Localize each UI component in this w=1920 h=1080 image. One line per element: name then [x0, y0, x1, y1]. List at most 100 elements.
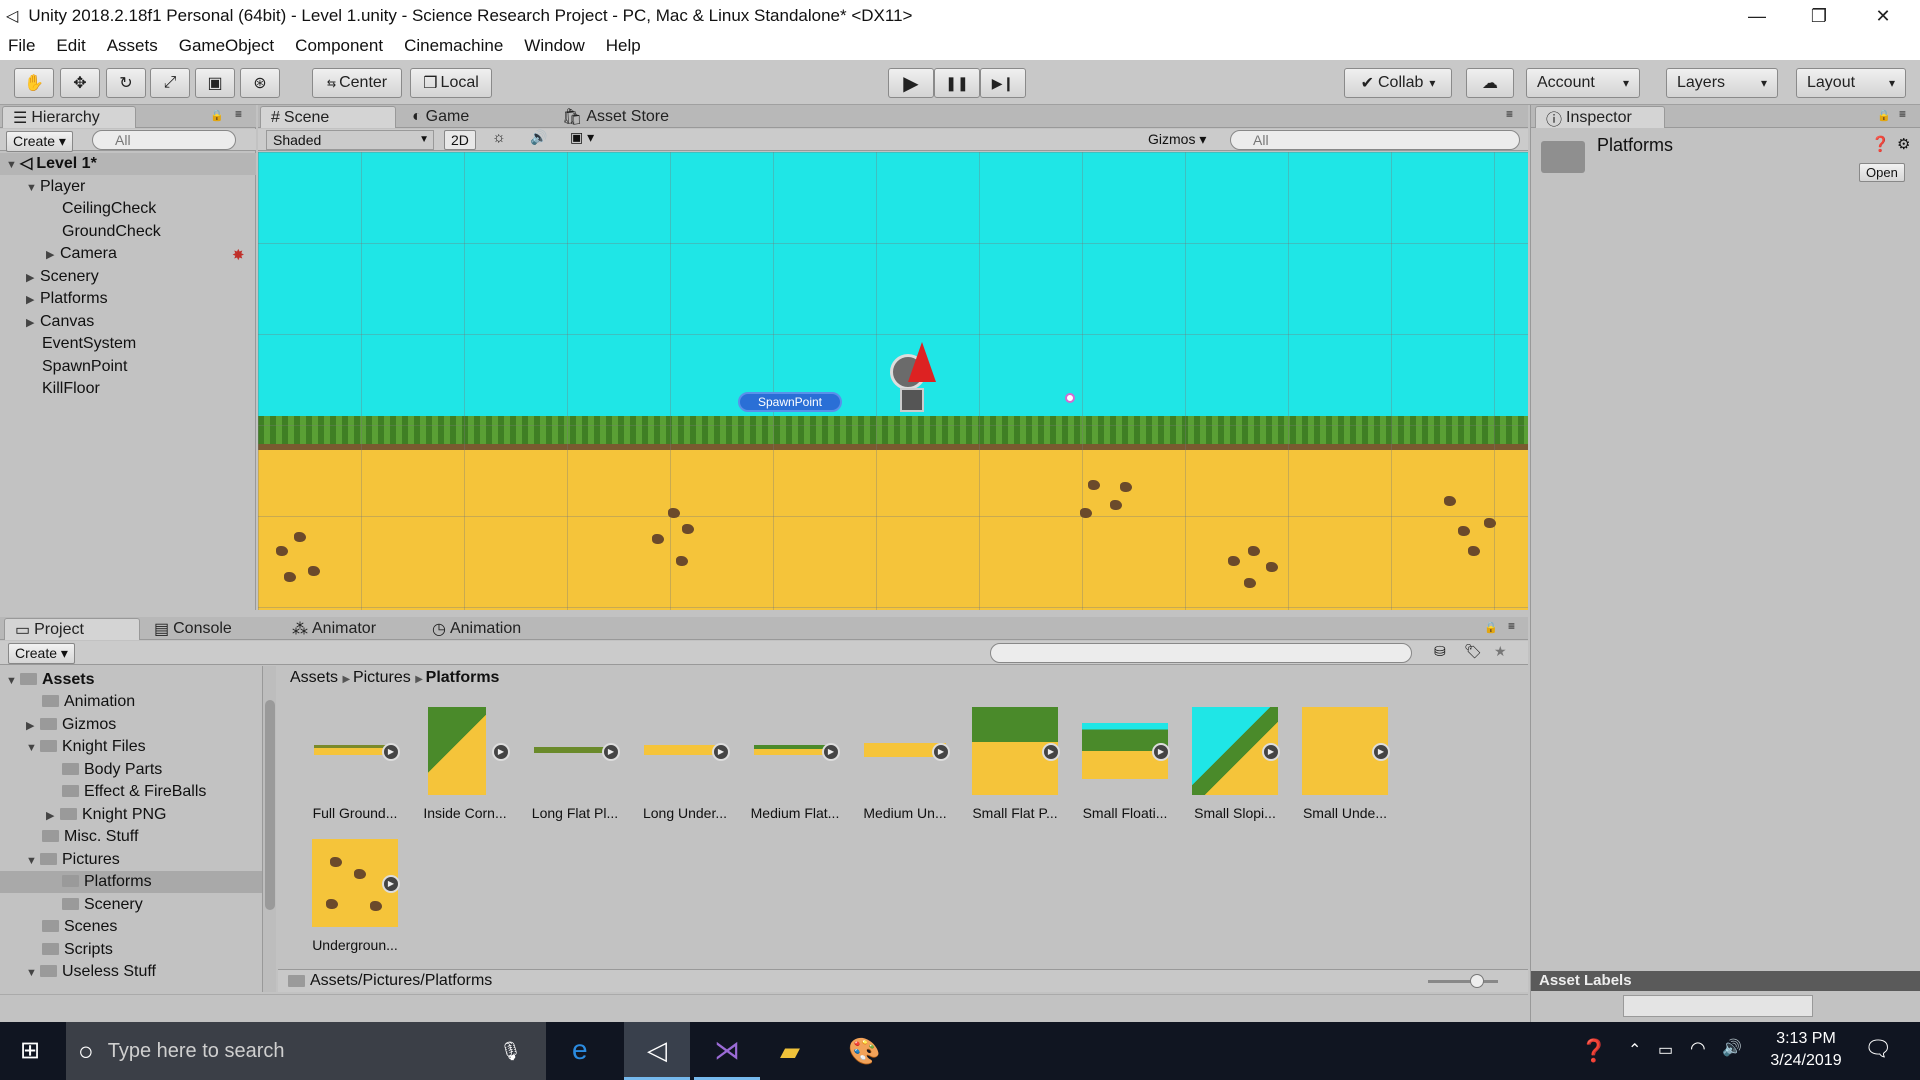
- project-tree-scrollbar[interactable]: [262, 666, 276, 992]
- tab-animation[interactable]: ◷ Animation: [422, 618, 531, 640]
- scrollbar-thumb[interactable]: [265, 700, 275, 910]
- pivot-center-button[interactable]: ⇆ Center: [312, 68, 402, 98]
- rect-tool-icon[interactable]: ▣: [195, 68, 235, 98]
- folder-scenes[interactable]: Scenes: [42, 916, 117, 938]
- hierarchy-item-scenery[interactable]: ▶ Scenery: [26, 266, 99, 288]
- scene-menu-icon[interactable]: ≡: [1506, 107, 1513, 121]
- hierarchy-item-player[interactable]: ▼ Player: [26, 176, 85, 198]
- wifi-icon[interactable]: ◠: [1690, 1038, 1706, 1059]
- thumbnail-size-slider[interactable]: [1428, 974, 1498, 988]
- folder-platforms[interactable]: Platforms: [0, 871, 262, 893]
- 2d-toggle[interactable]: 2D: [444, 130, 476, 150]
- paint-icon[interactable]: 🎨: [848, 1036, 880, 1067]
- project-search-input[interactable]: [990, 643, 1412, 663]
- volume-icon[interactable]: 🔊: [1722, 1038, 1742, 1058]
- asset-small-underground[interactable]: ▶ Small Unde...: [1290, 707, 1400, 821]
- step-button[interactable]: ▶❙: [980, 68, 1026, 98]
- filter-type-icon[interactable]: ⛁: [1434, 643, 1446, 660]
- taskbar-search-input[interactable]: ○ Type here to search 🎙: [66, 1022, 546, 1080]
- help-taskbar-icon[interactable]: ❓: [1580, 1038, 1607, 1064]
- breadcrumb-pictures[interactable]: Pictures: [353, 669, 411, 686]
- folder-scripts[interactable]: Scripts: [42, 939, 113, 961]
- knight-sprite[interactable]: [886, 338, 942, 416]
- project-create-button[interactable]: Create ▾: [8, 643, 75, 664]
- hierarchy-item-killfloor[interactable]: KillFloor: [42, 378, 100, 400]
- menu-window[interactable]: Window: [524, 36, 584, 56]
- tab-console[interactable]: ▤ Console: [144, 618, 242, 640]
- folder-pictures[interactable]: ▼ Pictures: [26, 849, 120, 871]
- unity-taskbar-icon[interactable]: ◁: [624, 1022, 690, 1080]
- move-tool-icon[interactable]: ✥: [60, 68, 100, 98]
- hierarchy-create-button[interactable]: Create ▾: [6, 131, 73, 152]
- file-explorer-icon[interactable]: ▰: [780, 1036, 800, 1067]
- transform-tool-icon[interactable]: ⊛: [240, 68, 280, 98]
- tab-inspector[interactable]: ⓘ Inspector: [1535, 106, 1665, 129]
- tab-scene[interactable]: # Scene: [260, 106, 396, 128]
- panel-menu-icon[interactable]: ≡: [235, 107, 242, 121]
- inspector-lock-icon[interactable]: 🔒: [1877, 109, 1891, 122]
- open-button[interactable]: Open: [1859, 163, 1905, 182]
- hierarchy-search-input[interactable]: All: [92, 130, 236, 150]
- hierarchy-item-platforms[interactable]: ▶ Platforms: [26, 288, 108, 310]
- restore-button[interactable]: ❐: [1788, 0, 1850, 32]
- play-button[interactable]: ▶: [888, 68, 934, 98]
- scene-view[interactable]: SpawnPoint: [258, 152, 1528, 610]
- scene-search-input[interactable]: All: [1230, 130, 1520, 150]
- microphone-icon[interactable]: 🎙: [499, 1041, 522, 1062]
- asset-medium-flat[interactable]: ▶ Medium Flat...: [740, 707, 850, 821]
- audio-icon[interactable]: 🔊: [530, 129, 547, 146]
- asset-small-flat-platform[interactable]: ▶ Small Flat P...: [960, 707, 1070, 821]
- scene-root-row[interactable]: ▼ ◁ Level 1*: [0, 153, 256, 175]
- asset-labels-input[interactable]: [1623, 995, 1813, 1017]
- tray-chevron-icon[interactable]: ⌃: [1628, 1040, 1641, 1060]
- pause-button[interactable]: ❚❚: [934, 68, 980, 98]
- hierarchy-item-canvas[interactable]: ▶ Canvas: [26, 311, 94, 333]
- hierarchy-item-spawnpoint[interactable]: SpawnPoint: [42, 356, 127, 378]
- project-menu-icon[interactable]: ≡: [1508, 619, 1515, 633]
- menu-help[interactable]: Help: [606, 36, 641, 56]
- clock[interactable]: 3:13 PM 3/24/2019: [1764, 1028, 1848, 1072]
- asset-underground[interactable]: ▶ Undergroun...: [300, 839, 410, 953]
- tab-animator[interactable]: ⁂ Animator: [282, 618, 386, 640]
- close-button[interactable]: ✕: [1852, 0, 1914, 32]
- layers-dropdown[interactable]: Layers ▾: [1666, 68, 1778, 98]
- asset-inside-corner[interactable]: ▶ Inside Corn...: [410, 707, 520, 821]
- folder-scenery[interactable]: Scenery: [62, 894, 143, 916]
- breadcrumb-platforms[interactable]: Platforms: [426, 669, 500, 686]
- rotate-tool-icon[interactable]: ↻: [106, 68, 146, 98]
- menu-file[interactable]: File: [8, 36, 35, 56]
- settings-gear-icon[interactable]: ⚙: [1897, 135, 1910, 153]
- scale-tool-icon[interactable]: ⤢: [150, 68, 190, 98]
- battery-icon[interactable]: ▭: [1658, 1040, 1673, 1060]
- help-icon[interactable]: ❓: [1871, 135, 1890, 153]
- folder-useless-stuff[interactable]: ▼ Useless Stuff: [26, 961, 156, 983]
- hierarchy-item-ceilingcheck[interactable]: CeilingCheck: [62, 198, 156, 220]
- tab-project[interactable]: ▭ Project: [4, 618, 140, 640]
- menu-edit[interactable]: Edit: [56, 36, 85, 56]
- asset-full-ground[interactable]: ▶ Full Ground...: [300, 707, 410, 821]
- folder-knight-files[interactable]: ▼ Knight Files: [26, 736, 146, 758]
- lighting-icon[interactable]: ☼: [492, 129, 506, 146]
- windows-start-icon[interactable]: ⊞: [20, 1036, 40, 1065]
- menu-cinemachine[interactable]: Cinemachine: [404, 36, 503, 56]
- hierarchy-item-camera[interactable]: ▶ Camera: [46, 243, 117, 265]
- asset-small-sloping[interactable]: ▶ Small Slopi...: [1180, 707, 1290, 821]
- shading-mode-dropdown[interactable]: Shaded ▼: [266, 130, 434, 150]
- favorite-star-icon[interactable]: ★: [1494, 643, 1507, 660]
- folder-assets[interactable]: ▼ Assets: [6, 669, 94, 691]
- pivot-local-button[interactable]: ❒ Local: [410, 68, 492, 98]
- project-lock-icon[interactable]: 🔒: [1484, 621, 1498, 634]
- asset-medium-underground[interactable]: ▶ Medium Un...: [850, 707, 960, 821]
- folder-gizmos[interactable]: ▶ Gizmos: [26, 714, 116, 736]
- menu-component[interactable]: Component: [295, 36, 383, 56]
- hand-tool-icon[interactable]: ✋: [14, 68, 54, 98]
- filter-label-icon[interactable]: 🏷: [1464, 643, 1482, 660]
- hierarchy-item-groundcheck[interactable]: GroundCheck: [62, 221, 161, 243]
- folder-body-parts[interactable]: Body Parts: [62, 759, 162, 781]
- folder-knight-png[interactable]: ▶ Knight PNG: [46, 804, 166, 826]
- cloud-icon[interactable]: ☁: [1466, 68, 1514, 98]
- lock-icon[interactable]: 🔒: [210, 109, 224, 122]
- asset-long-flat-platform[interactable]: ▶ Long Flat Pl...: [520, 707, 630, 821]
- folder-animation[interactable]: Animation: [42, 691, 135, 713]
- folder-effect-fireballs[interactable]: Effect & FireBalls: [62, 781, 206, 803]
